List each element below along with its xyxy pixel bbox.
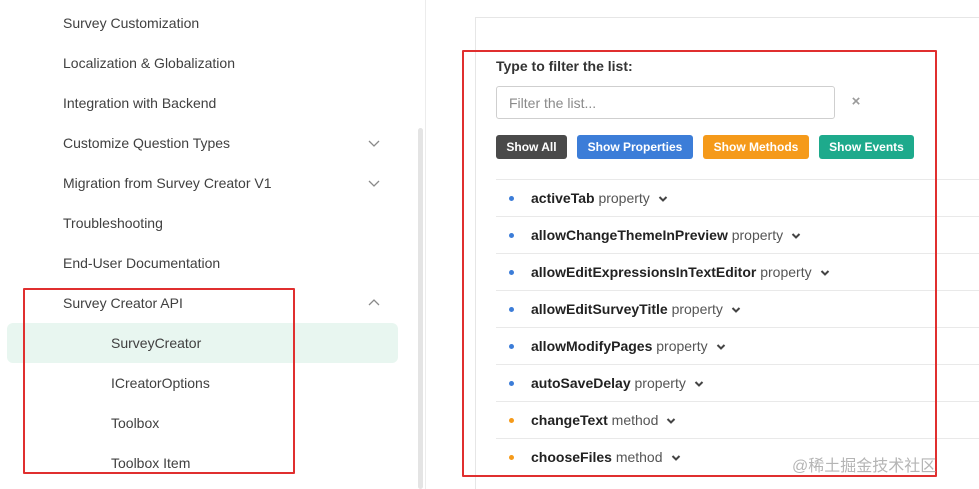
sidebar-subitem-icreatoroptions[interactable]: ICreatorOptions [0, 363, 400, 403]
member-text: changeText method [531, 412, 676, 428]
member-kind: property [760, 264, 812, 280]
show-events-button[interactable]: Show Events [819, 135, 914, 159]
expand-caret-icon[interactable] [820, 268, 830, 278]
member-row[interactable]: allowChangeThemeInPreview property [496, 216, 979, 253]
member-name[interactable]: autoSaveDelay [531, 375, 631, 391]
member-kind: property [656, 338, 708, 354]
bullet-dot-icon [509, 381, 514, 386]
member-text: chooseFiles method [531, 449, 681, 465]
member-text: autoSaveDelay property [531, 375, 704, 391]
member-text: allowEditSurveyTitle property [531, 301, 741, 317]
sidebar-subitem-toolbox[interactable]: Toolbox [0, 403, 400, 443]
sidebar-item-end-user-docs[interactable]: End-User Documentation [0, 243, 400, 283]
sidebar-item-label: Survey Creator API [63, 295, 183, 311]
member-kind: property [598, 190, 650, 206]
sidebar-scrollbar[interactable] [418, 128, 423, 489]
sidebar-item-survey-creator-api[interactable]: Survey Creator API [0, 283, 400, 323]
sidebar-item-label: Toolbox [111, 415, 160, 431]
member-name[interactable]: allowEditExpressionsInTextEditor [531, 264, 756, 280]
member-kind: method [611, 412, 659, 428]
expand-caret-icon[interactable] [791, 231, 801, 241]
member-list: activeTab property allowChangeThemeInPrev… [496, 179, 979, 475]
bullet-dot-icon [509, 455, 514, 460]
member-row[interactable]: allowModifyPages property [496, 327, 979, 364]
sidebar-item-localization[interactable]: Localization & Globalization [0, 43, 400, 83]
sidebar-item-customize-question-types[interactable]: Customize Question Types [0, 123, 400, 163]
sidebar-item-label: Toolbox Item [111, 455, 191, 471]
bullet-dot-icon [509, 270, 514, 275]
chevron-up-icon[interactable] [367, 296, 381, 310]
member-row[interactable]: allowEditSurveyTitle property [496, 290, 979, 327]
member-kind: property [634, 375, 686, 391]
clear-filter-icon[interactable]: × [849, 94, 863, 110]
bullet-dot-icon [509, 418, 514, 423]
chevron-down-icon[interactable] [367, 176, 381, 190]
member-name[interactable]: chooseFiles [531, 449, 612, 465]
member-row[interactable]: changeText method [496, 401, 979, 438]
sidebar-item-label: Customize Question Types [63, 135, 231, 151]
member-text: allowModifyPages property [531, 338, 726, 354]
member-name[interactable]: allowChangeThemeInPreview [531, 227, 728, 243]
member-row[interactable]: allowEditExpressionsInTextEditor propert… [496, 253, 979, 290]
member-row[interactable]: autoSaveDelay property [496, 364, 979, 401]
filter-title: Type to filter the list: [496, 58, 633, 74]
bullet-dot-icon [509, 233, 514, 238]
sidebar-item-migration-v1[interactable]: Migration from Survey Creator V1 [0, 163, 400, 203]
expand-caret-icon[interactable] [671, 453, 681, 463]
expand-caret-icon[interactable] [694, 379, 704, 389]
expand-caret-icon[interactable] [666, 416, 676, 426]
member-kind: property [731, 227, 784, 243]
sidebar-item-troubleshooting[interactable]: Troubleshooting [0, 203, 400, 243]
filter-input[interactable] [496, 86, 835, 119]
member-row[interactable]: activeTab property [496, 179, 979, 216]
member-name[interactable]: allowModifyPages [531, 338, 652, 354]
chevron-down-icon[interactable] [367, 136, 381, 150]
sidebar-item-survey-customization[interactable]: Survey Customization [0, 3, 400, 43]
expand-caret-icon[interactable] [658, 194, 668, 204]
sidebar-item-label: Survey Customization [63, 15, 200, 31]
sidebar-subitem-surveycreator[interactable]: SurveyCreator [7, 323, 398, 363]
docs-sidebar: Survey Customization Localization & Glob… [0, 0, 426, 489]
sidebar-subitem-toolbox-item[interactable]: Toolbox Item [0, 443, 400, 483]
member-text: allowChangeThemeInPreview property [531, 227, 801, 243]
sidebar-item-integration-backend[interactable]: Integration with Backend [0, 83, 400, 123]
member-kind: property [671, 301, 723, 317]
member-text: activeTab property [531, 190, 668, 206]
expand-caret-icon[interactable] [731, 305, 741, 315]
member-name[interactable]: changeText [531, 412, 608, 428]
member-name[interactable]: allowEditSurveyTitle [531, 301, 668, 317]
sidebar-item-label: SurveyCreator [111, 335, 202, 351]
bullet-dot-icon [509, 196, 514, 201]
sidebar-item-label: Integration with Backend [63, 95, 217, 111]
sidebar-item-label: Localization & Globalization [63, 55, 235, 71]
member-kind: method [615, 449, 663, 465]
show-all-button[interactable]: Show All [496, 135, 567, 159]
member-name[interactable]: activeTab [531, 190, 595, 206]
show-methods-button[interactable]: Show Methods [703, 135, 809, 159]
member-text: allowEditExpressionsInTextEditor propert… [531, 264, 830, 280]
sidebar-item-label: End-User Documentation [63, 255, 221, 271]
bullet-dot-icon [509, 307, 514, 312]
sidebar-item-label: Migration from Survey Creator V1 [63, 175, 272, 191]
watermark: @稀土掘金技术社区 [792, 458, 937, 475]
show-properties-button[interactable]: Show Properties [577, 135, 693, 159]
bullet-dot-icon [509, 344, 514, 349]
expand-caret-icon[interactable] [716, 342, 726, 352]
sidebar-item-label: ICreatorOptions [111, 375, 210, 391]
sidebar-item-label: Troubleshooting [63, 215, 163, 231]
